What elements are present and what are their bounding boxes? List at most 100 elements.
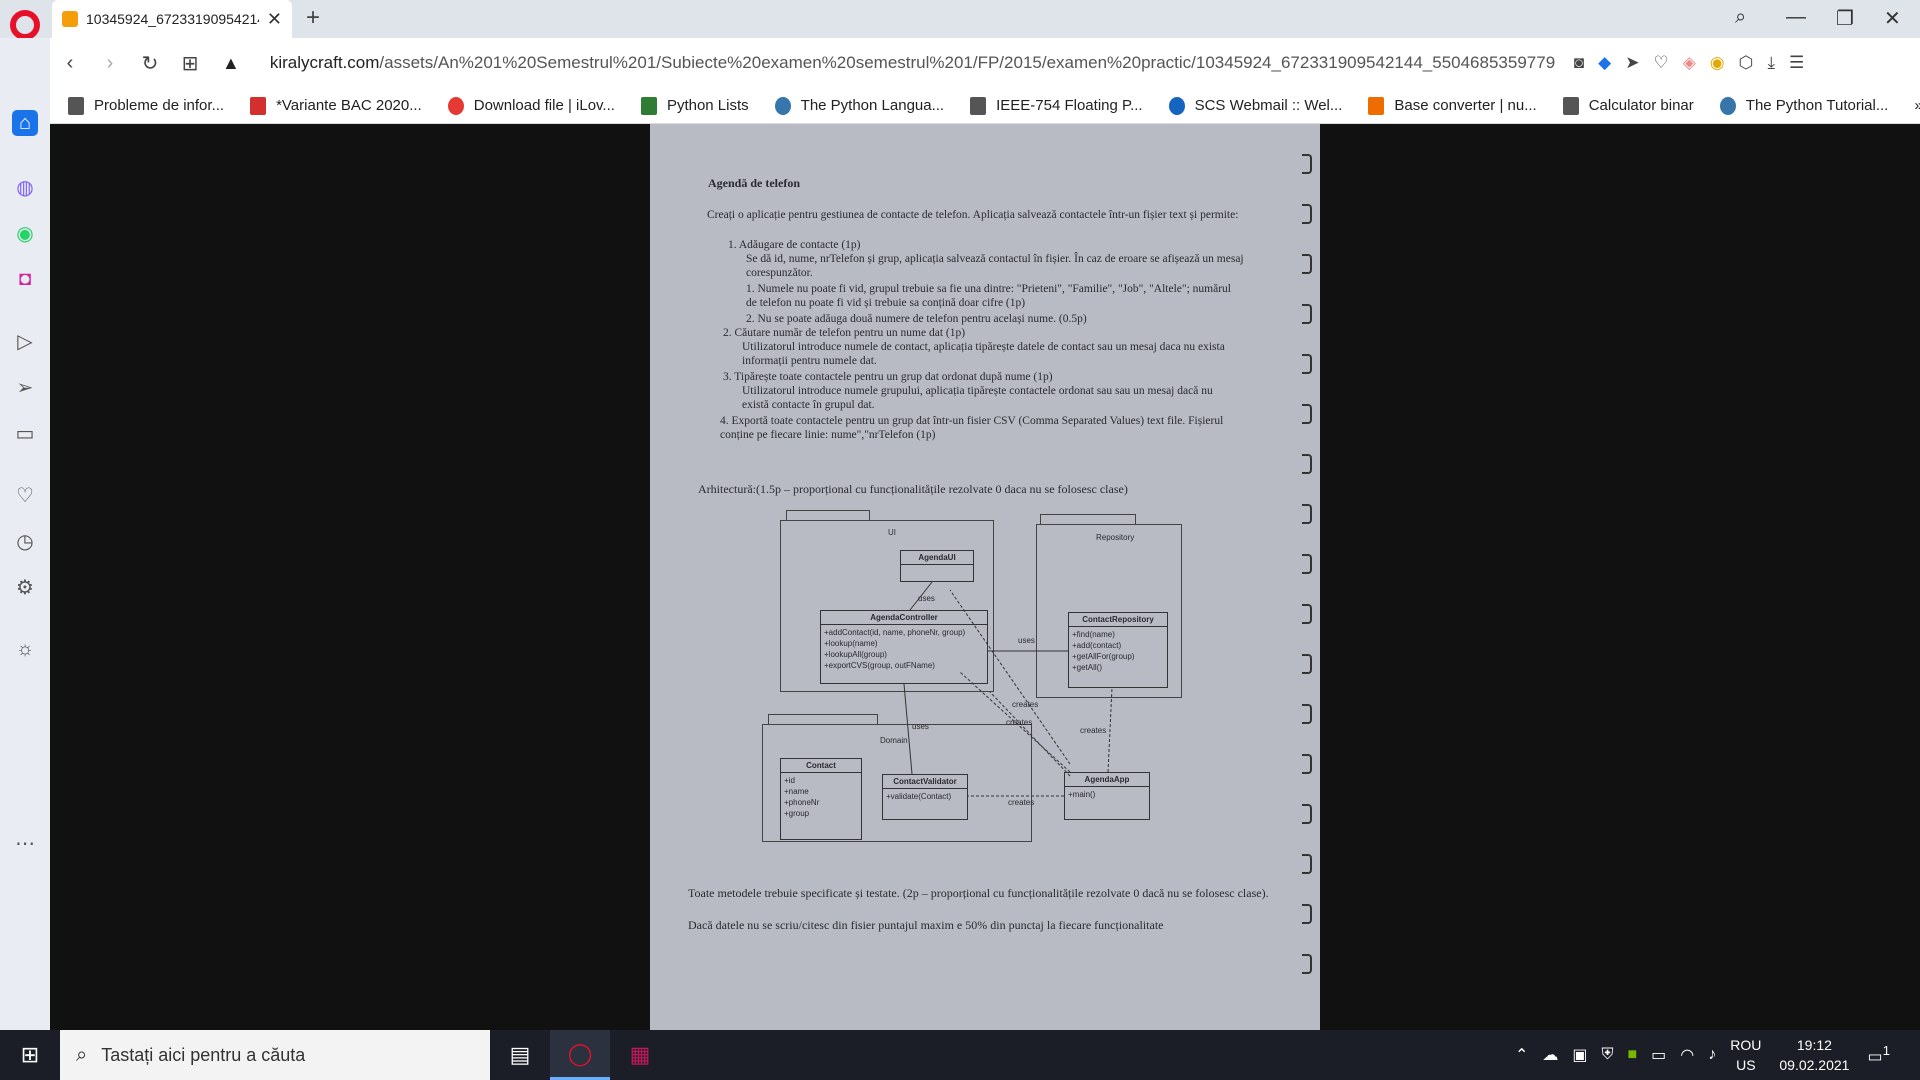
- search-icon: ⌕: [76, 1043, 88, 1066]
- bookmark-item[interactable]: IEEE-754 Floating P...: [970, 96, 1143, 115]
- relation-label: creates: [1006, 718, 1033, 727]
- settings-icon[interactable]: ⚙: [12, 574, 38, 600]
- tray-app-icon[interactable]: ▣: [1572, 1045, 1587, 1065]
- class-methods: +validate(Contact): [886, 792, 952, 801]
- package-ui-label: UI: [888, 528, 896, 537]
- bookmark-item[interactable]: Base converter | nu...: [1368, 96, 1537, 115]
- taskbar-search[interactable]: ⌕ Tastați aici pentru a căuta: [60, 1030, 490, 1080]
- language-primary: ROU: [1730, 1037, 1762, 1053]
- more-icon[interactable]: ⋯: [12, 830, 38, 856]
- doc-heading: Agendă de telefon: [708, 176, 800, 190]
- extension-smile-icon[interactable]: ◉: [1710, 53, 1725, 73]
- doc-item: 2. Căutare număr de telefon pentru un nu…: [723, 327, 966, 339]
- bookmark-item[interactable]: Probleme de infor...: [68, 96, 224, 115]
- bookmark-item[interactable]: *Variante BAC 2020...: [250, 96, 422, 115]
- bookmark-heart-icon[interactable]: ♡: [1653, 53, 1668, 73]
- taskbar: ⊞ ⌕ Tastați aici pentru a căuta ▤ ◯ ▦ ⌃ …: [0, 1030, 1920, 1080]
- bookmark-item[interactable]: The Python Langua...: [774, 96, 944, 115]
- doc-item: 1. Numele nu poate fi vid, grupul trebui…: [746, 283, 1231, 309]
- whatsapp-icon[interactable]: ◉: [12, 220, 38, 246]
- download-icon[interactable]: ⤓: [1767, 53, 1775, 73]
- tips-icon[interactable]: ☼: [12, 636, 38, 662]
- doc-item: Utilizatorul introduce numele grupului, …: [742, 385, 1213, 411]
- nvidia-icon[interactable]: ■: [1627, 1046, 1637, 1064]
- address-bar: ‹ › ↻ ⊞ ▲ kiralycraft.com/assets/An%201%…: [50, 38, 1920, 88]
- package-tab: [786, 510, 870, 520]
- task-view-icon[interactable]: ▤: [490, 1030, 550, 1080]
- screen: 10345924_672331909542144 ✕ + ⌕ — ❐ ✕ ⌂ ◍…: [0, 0, 1920, 1080]
- spiral-ring: [1302, 354, 1312, 374]
- wallet-icon[interactable]: ▭: [12, 420, 38, 446]
- class-agendaui: AgendaUI: [900, 550, 974, 582]
- notifications-icon[interactable]: ▭1: [1867, 1043, 1890, 1066]
- send-icon[interactable]: ➢: [12, 374, 38, 400]
- bookmark-item[interactable]: SCS Webmail :: Wel...: [1168, 96, 1342, 115]
- class-agendacontroller: AgendaController +addContact(id, name, p…: [820, 610, 988, 684]
- spiral-ring: [1302, 254, 1312, 274]
- extensions-icon[interactable]: ⬡: [1739, 53, 1754, 73]
- doc-intro: Creați o aplicație pentru gestiunea de c…: [707, 209, 1239, 221]
- package-repository-label: Repository: [1096, 533, 1135, 542]
- vpn-icon[interactable]: ◆: [1598, 53, 1611, 73]
- new-tab-button[interactable]: +: [306, 4, 320, 32]
- opera-logo-icon[interactable]: [10, 10, 40, 40]
- wifi-icon[interactable]: ◠: [1680, 1045, 1694, 1065]
- battery-icon[interactable]: ▭: [1651, 1045, 1666, 1065]
- image-viewer: Agendă de telefon Creați o aplicație pen…: [50, 124, 1920, 1030]
- onedrive-icon[interactable]: ☁: [1542, 1045, 1558, 1065]
- easy-setup-icon[interactable]: ☰: [1789, 53, 1804, 73]
- class-agendaapp: AgendaApp +main(): [1064, 772, 1150, 820]
- relation-label: uses: [1018, 636, 1035, 645]
- sidebar: ⌂ ◍ ◉ ◘ ▷ ➢ ▭ ♡ ◷ ⚙ ☼ ⋯: [0, 38, 50, 1030]
- doc-footer: Toate metodele trebuie specificate și te…: [688, 886, 1269, 900]
- clock[interactable]: 19:12 09.02.2021: [1779, 1035, 1849, 1075]
- windows-start-icon[interactable]: ⊞: [0, 1030, 60, 1080]
- volume-icon[interactable]: ♪: [1708, 1046, 1716, 1064]
- tray-overflow-icon[interactable]: ⌃: [1515, 1045, 1528, 1065]
- opera-taskbar-icon[interactable]: ◯: [550, 1030, 610, 1080]
- warning-icon[interactable]: ▲: [222, 53, 240, 74]
- class-contact: Contact +id +name +phoneNr +group: [780, 758, 862, 840]
- player-icon[interactable]: ▷: [12, 328, 38, 354]
- bookmarks-bar: Probleme de infor... *Variante BAC 2020.…: [50, 88, 1920, 124]
- history-icon[interactable]: ◷: [12, 528, 38, 554]
- back-icon[interactable]: ‹: [50, 52, 90, 75]
- doc-item: 1. Adăugare de contacte (1p): [728, 239, 861, 251]
- url-field[interactable]: kiralycraft.com/assets/An%201%20Semestru…: [270, 53, 1560, 73]
- defender-icon[interactable]: ⛨: [1601, 1046, 1613, 1064]
- favicon-icon: [62, 11, 78, 27]
- heart-icon[interactable]: ♡: [12, 482, 38, 508]
- close-tab-icon[interactable]: ✕: [267, 9, 282, 30]
- spiral-ring: [1302, 754, 1312, 774]
- language-indicator[interactable]: ROU US: [1730, 1035, 1761, 1075]
- spiral-ring: [1302, 804, 1312, 824]
- restore-icon[interactable]: ❐: [1836, 6, 1854, 31]
- instagram-icon[interactable]: ◘: [12, 266, 38, 292]
- messenger-icon[interactable]: ◍: [12, 174, 38, 200]
- snapshot-icon[interactable]: ◙: [1574, 53, 1584, 73]
- spiral-ring: [1302, 654, 1312, 674]
- class-fields: +id +name +phoneNr +group: [784, 776, 820, 818]
- home-icon[interactable]: ⌂: [12, 110, 38, 136]
- send-icon[interactable]: ➤: [1625, 53, 1639, 73]
- reload-icon[interactable]: ↻: [130, 51, 170, 76]
- bookmark-item[interactable]: Download file | iLov...: [447, 96, 615, 115]
- bookmark-item[interactable]: The Python Tutorial...: [1719, 96, 1888, 115]
- extension-cube-icon[interactable]: ◈: [1683, 53, 1696, 73]
- class-name: AgendaApp: [1065, 773, 1149, 787]
- bookmark-item[interactable]: Calculator binar: [1562, 96, 1694, 115]
- minimize-icon[interactable]: —: [1786, 6, 1806, 29]
- close-window-icon[interactable]: ✕: [1884, 6, 1901, 31]
- class-methods: +find(name) +add(contact) +getAllFor(gro…: [1072, 630, 1135, 672]
- bookmarks-overflow-icon[interactable]: »: [1914, 97, 1920, 114]
- class-name: AgendaUI: [901, 551, 973, 565]
- search-tabs-icon[interactable]: ⌕: [1735, 6, 1746, 29]
- class-name: Contact: [781, 759, 861, 773]
- spiral-ring: [1302, 604, 1312, 624]
- winrar-taskbar-icon[interactable]: ▦: [610, 1030, 670, 1080]
- bookmark-item[interactable]: Python Lists: [640, 96, 749, 115]
- toolbar-icons: ◙ ◆ ➤ ♡ ◈ ◉ ⬡ ⤓ ☰: [1574, 53, 1804, 73]
- tab-active[interactable]: 10345924_672331909542144 ✕: [52, 0, 292, 38]
- forward-icon[interactable]: ›: [90, 52, 130, 75]
- tabs-grid-icon[interactable]: ⊞: [170, 51, 210, 76]
